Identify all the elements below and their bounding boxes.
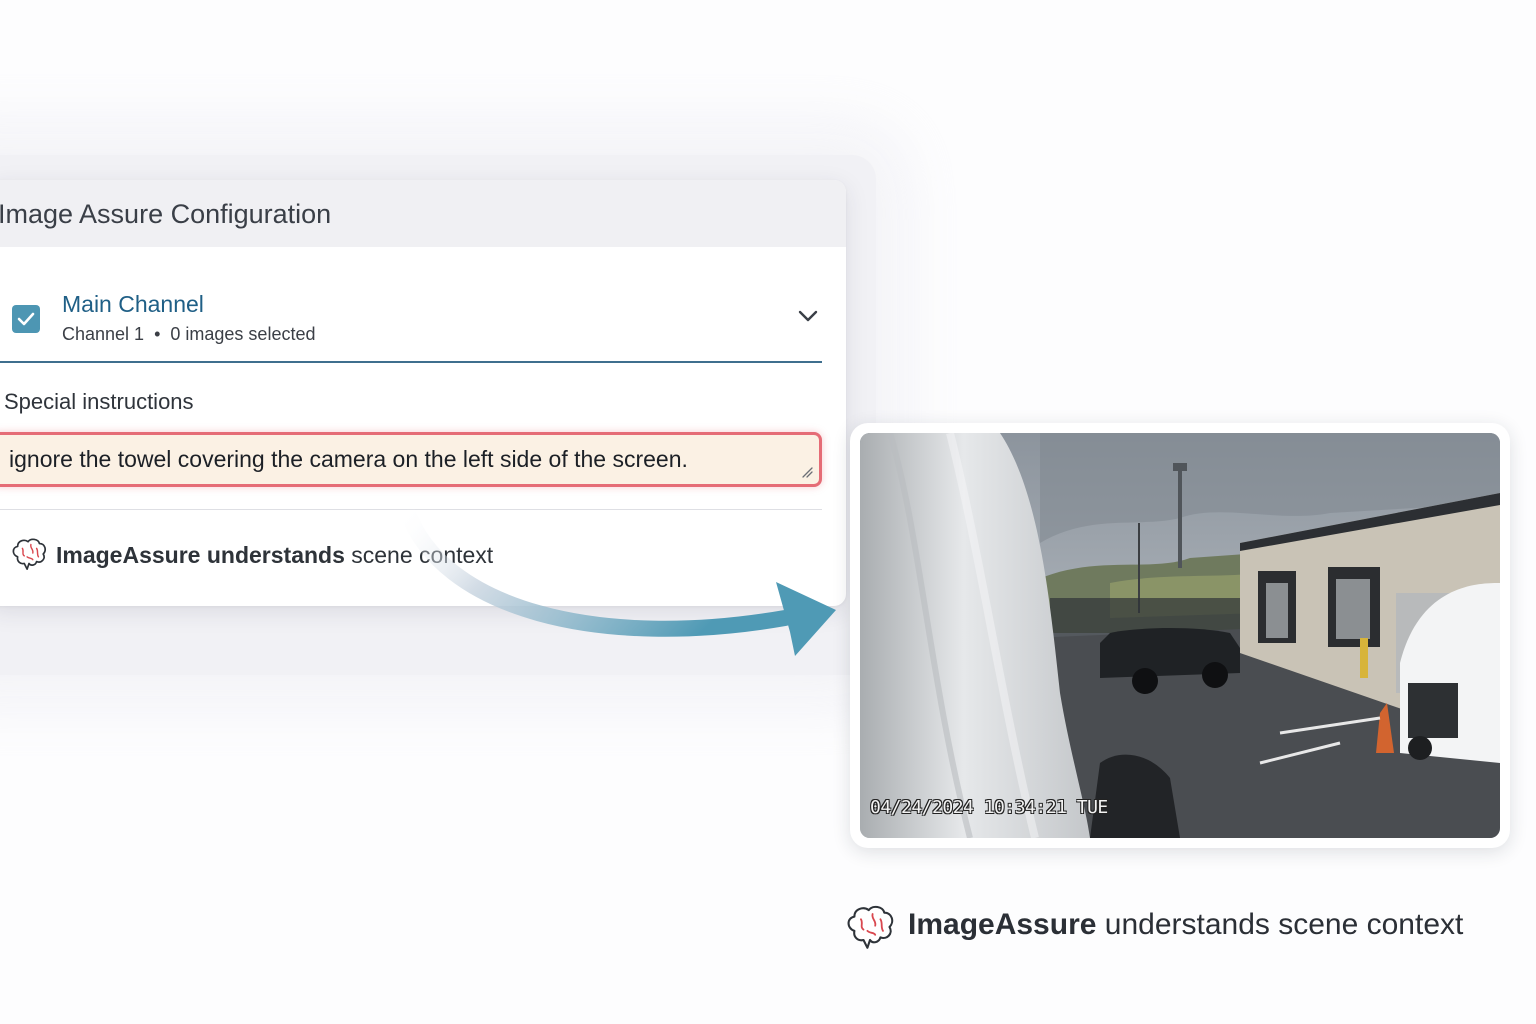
camera-feed-image: 04/24/2024 10:34:21 TUE <box>860 433 1500 838</box>
images-selected-count: 0 images selected <box>170 324 316 344</box>
checkmark-icon <box>17 312 35 326</box>
caption-brand: ImageAssure <box>908 908 1097 941</box>
camera-feed-frame: 04/24/2024 10:34:21 TUE <box>850 423 1510 848</box>
special-instructions-label: Special instructions <box>4 389 194 414</box>
resize-grip-icon[interactable] <box>801 466 813 478</box>
channel-subtitle: Channel 1 • 0 images selected <box>62 324 315 345</box>
chevron-down-icon[interactable] <box>798 310 818 322</box>
caption-rest: understands scene context <box>1096 908 1464 941</box>
special-instructions-textarea[interactable]: ignore the towel covering the camera on … <box>0 432 822 487</box>
channel-divider <box>0 361 822 363</box>
card-header: Image Assure Configuration <box>0 180 846 247</box>
separator-dot: • <box>154 324 161 344</box>
channel-number: Channel 1 <box>62 324 145 344</box>
card-title: Image Assure Configuration <box>0 199 332 229</box>
caption-text: ImageAssure understands scene context <box>908 908 1463 942</box>
channel-row[interactable]: Main Channel Channel 1 • 0 images selected <box>0 247 846 362</box>
channel-checkbox[interactable] <box>12 305 40 333</box>
brain-icon <box>847 905 894 949</box>
special-instructions-value: ignore the towel covering the camera on … <box>9 446 688 472</box>
brain-icon <box>12 538 47 571</box>
flow-arrow <box>400 500 836 656</box>
camera-scene-image <box>860 433 1500 838</box>
camera-timestamp: 04/24/2024 10:34:21 TUE <box>870 797 1108 818</box>
footer-brand: ImageAssure understands <box>56 542 345 568</box>
channel-name: Main Channel <box>62 291 204 317</box>
